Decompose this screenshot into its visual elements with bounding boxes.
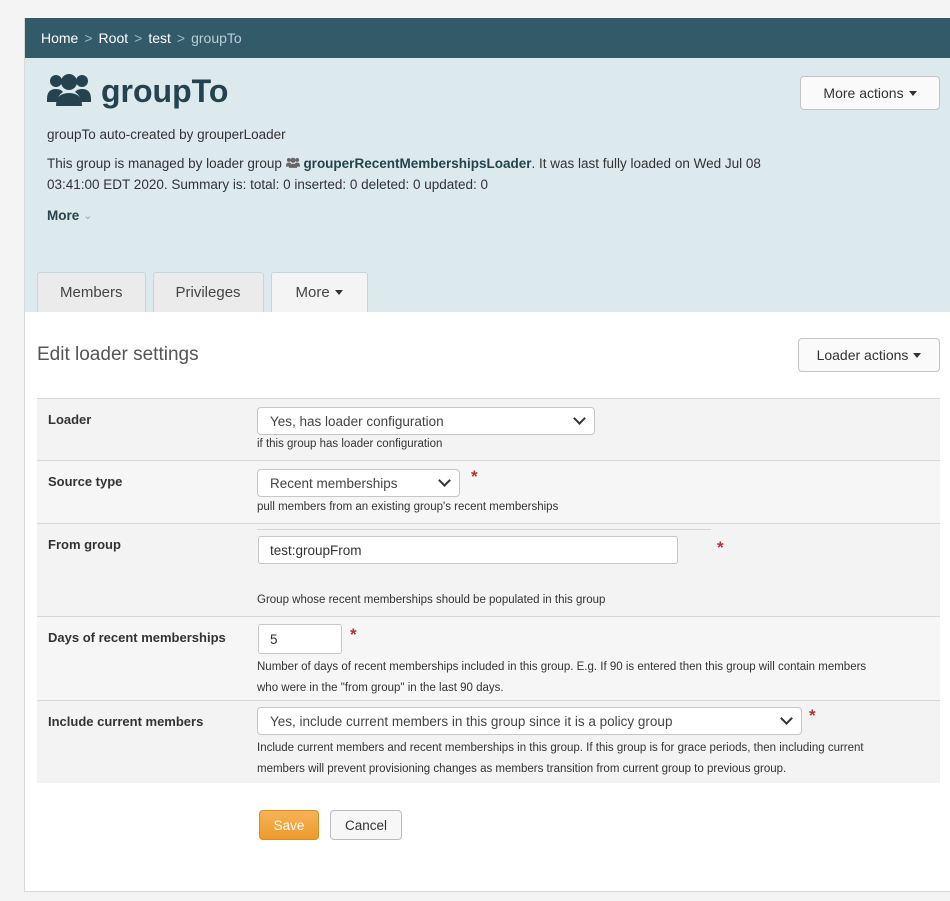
source-type-label: Source type <box>48 474 123 489</box>
loader-field: Yes, has loader configuration if this gr… <box>257 399 940 460</box>
include-current-field: Yes, include current members in this gro… <box>257 701 940 783</box>
cancel-button[interactable]: Cancel <box>330 810 402 840</box>
days-input[interactable]: 5 <box>258 624 342 654</box>
chevron-down-icon <box>573 412 586 425</box>
loader-label: Loader <box>48 412 92 427</box>
loader-actions-label: Loader actions <box>816 347 909 363</box>
form-buttons: Save Cancel <box>37 810 940 840</box>
source-type-field: Recent memberships * pull members from a… <box>257 461 940 523</box>
from-group-field: test:groupFrom * Group whose recent memb… <box>257 524 940 616</box>
more-actions-button[interactable]: More actions <box>800 76 940 110</box>
include-current-help-1: Include current members and recent membe… <box>257 742 864 754</box>
group-header: groupTo More actions groupTo auto-create… <box>25 58 950 312</box>
caret-down-icon <box>913 352 922 358</box>
users-icon-small <box>285 156 300 171</box>
source-type-select-value: Recent memberships <box>270 475 398 491</box>
section-title: Edit loader settings <box>37 344 199 365</box>
more-toggle[interactable]: More ⌄ <box>47 208 936 223</box>
more-actions-label: More actions <box>823 85 904 101</box>
days-help-2: who were in the "from group" in the last… <box>257 682 504 694</box>
include-current-help-2: members will prevent provisioning change… <box>257 763 787 775</box>
required-marker: * <box>717 538 724 557</box>
users-icon <box>47 72 91 111</box>
loader-help: if this group has loader configuration <box>257 438 443 450</box>
loader-select-value: Yes, has loader configuration <box>270 413 444 429</box>
include-current-select-value: Yes, include current members in this gro… <box>270 713 673 729</box>
form-row-source-type: Source type Recent memberships * pull me… <box>37 460 940 523</box>
days-label: Days of recent memberships <box>48 630 226 645</box>
main-content: Edit loader settings Loader actions Load… <box>25 312 950 840</box>
section-header: Edit loader settings Loader actions <box>37 312 940 398</box>
caret-down-icon <box>908 90 917 96</box>
form-row-from-group: From group test:groupFrom * Group whose … <box>37 523 940 616</box>
app-frame: Home > Root > test > groupTo groupTo Mor… <box>24 18 950 892</box>
tab-bar: Members Privileges More <box>37 272 375 312</box>
group-description: groupTo auto-created by grouperLoader <box>47 127 286 142</box>
breadcrumb-home[interactable]: Home <box>41 30 78 46</box>
include-current-select[interactable]: Yes, include current members in this gro… <box>257 707 802 735</box>
days-help-1: Number of days of recent memberships inc… <box>257 661 867 673</box>
loader-actions-button[interactable]: Loader actions <box>798 338 940 372</box>
chevron-down-icon: ⌄ <box>83 210 93 222</box>
more-toggle-label: More <box>47 208 80 223</box>
tab-more-label: More <box>295 284 330 301</box>
include-current-label: Include current members <box>48 714 204 729</box>
required-marker: * <box>471 467 478 486</box>
source-type-select[interactable]: Recent memberships <box>257 469 460 497</box>
breadcrumb: Home > Root > test > groupTo <box>25 18 950 58</box>
from-group-input[interactable]: test:groupFrom <box>258 536 678 564</box>
field-divider <box>257 529 711 530</box>
form-row-loader: Loader Yes, has loader configuration if … <box>37 398 940 460</box>
breadcrumb-separator: > <box>176 30 186 46</box>
form-row-include-current: Include current members Yes, include cur… <box>37 700 940 783</box>
loader-select[interactable]: Yes, has loader configuration <box>257 407 595 435</box>
form-row-days: Days of recent memberships 5 * Number of… <box>37 616 940 700</box>
required-marker: * <box>350 625 357 644</box>
breadcrumb-test[interactable]: test <box>148 30 171 46</box>
breadcrumb-separator: > <box>84 30 93 46</box>
chevron-down-icon <box>438 474 451 487</box>
days-field: 5 * Number of days of recent memberships… <box>257 617 940 700</box>
from-group-label: From group <box>48 537 121 552</box>
save-button[interactable]: Save <box>259 810 319 840</box>
caret-down-icon <box>334 290 343 295</box>
tab-members[interactable]: Members <box>37 272 146 312</box>
tab-more[interactable]: More <box>270 272 368 312</box>
loader-info: This group is managed by loader group gr… <box>47 153 807 195</box>
tab-privileges[interactable]: Privileges <box>152 272 264 312</box>
page-title: groupTo <box>101 73 229 109</box>
required-marker: * <box>809 706 816 725</box>
loader-info-prefix: This group is managed by loader group <box>47 156 282 171</box>
chevron-down-icon <box>780 712 793 725</box>
breadcrumb-separator: > <box>134 30 143 46</box>
breadcrumb-current: groupTo <box>191 30 242 46</box>
source-type-help: pull members from an existing group's re… <box>257 501 559 513</box>
loader-group-link[interactable]: grouperRecentMembershipsLoader <box>303 156 531 171</box>
breadcrumb-root[interactable]: Root <box>99 30 129 46</box>
from-group-help: Group whose recent memberships should be… <box>257 594 606 606</box>
